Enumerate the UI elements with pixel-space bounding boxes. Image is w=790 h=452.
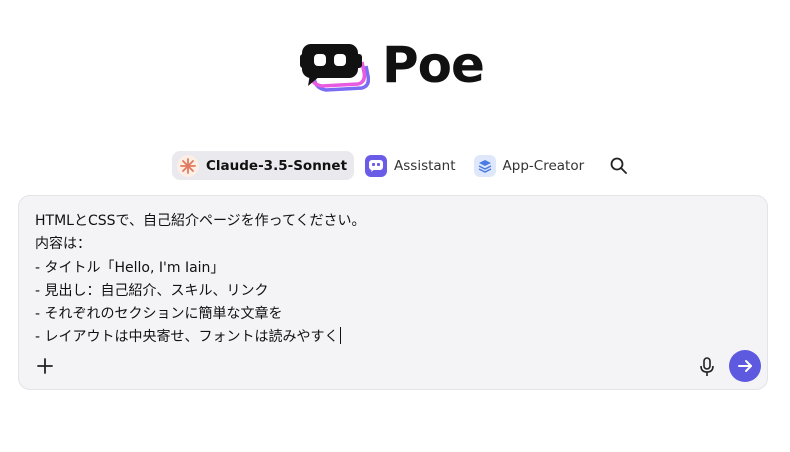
send-button[interactable] bbox=[729, 350, 761, 382]
text-caret bbox=[339, 327, 341, 345]
app-creator-icon bbox=[473, 154, 496, 177]
bot-label: App-Creator bbox=[502, 157, 585, 174]
assistant-bot-icon bbox=[365, 154, 388, 177]
bot-label: Claude-3.5-Sonnet bbox=[206, 157, 348, 174]
message-line: - レイアウトは中央寄せ、フォントは読みやすく bbox=[35, 329, 339, 346]
brand-name: Poe bbox=[382, 36, 485, 94]
poe-logo: Poe bbox=[300, 36, 485, 94]
search-bots-button[interactable] bbox=[605, 153, 631, 179]
poe-logo-icon bbox=[300, 36, 371, 94]
bot-app-creator[interactable]: App-Creator bbox=[469, 151, 592, 180]
message-input[interactable]: HTMLとCSSで、自己紹介ページを作ってください。 内容は： - タイトル「H… bbox=[35, 210, 695, 350]
arrow-right-icon bbox=[738, 360, 752, 372]
message-line: HTMLとCSSで、自己紹介ページを作ってください。 bbox=[35, 213, 366, 229]
bot-assistant[interactable]: Assistant bbox=[360, 151, 463, 180]
message-line: - 見出し：自己紹介、スキル、リンク bbox=[35, 282, 269, 299]
search-icon bbox=[610, 157, 627, 174]
plus-icon bbox=[37, 358, 53, 374]
bot-claude-3-5-sonnet[interactable]: Claude-3.5-Sonnet bbox=[172, 151, 355, 180]
claude-starburst-icon bbox=[177, 154, 199, 177]
attach-button[interactable] bbox=[35, 356, 55, 376]
message-line: - タイトル「Hello, I'm Iain」 bbox=[35, 259, 225, 276]
voice-input-button[interactable] bbox=[697, 356, 717, 378]
bot-selector: Claude-3.5-Sonnet Assistant App-Creator bbox=[172, 150, 631, 181]
message-line: 内容は： bbox=[35, 236, 91, 253]
message-composer[interactable]: HTMLとCSSで、自己紹介ページを作ってください。 内容は： - タイトル「H… bbox=[18, 195, 768, 390]
microphone-icon bbox=[700, 357, 714, 376]
message-line: - それぞれのセクションに簡単な文章を bbox=[35, 306, 283, 323]
bot-label: Assistant bbox=[394, 157, 456, 174]
